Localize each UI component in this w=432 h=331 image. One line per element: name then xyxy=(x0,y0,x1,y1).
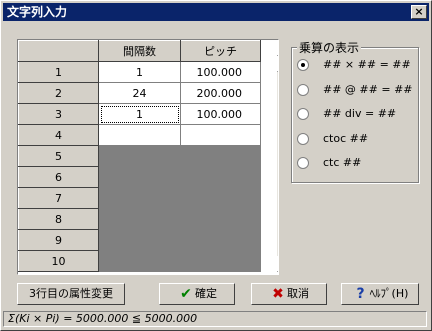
close-button[interactable]: × xyxy=(411,5,427,19)
pitch-cell[interactable]: 100.000 xyxy=(180,61,261,83)
interval-cell[interactable] xyxy=(98,124,181,146)
row-header[interactable]: 2 xyxy=(18,82,99,104)
column-header-pitch[interactable]: ピッチ xyxy=(180,40,261,62)
ok-label: 確定 xyxy=(195,287,217,300)
dialog-window: 文字列入力 × 間隔数 ピッチ 1 1 100.000 2 24 200.000… xyxy=(0,0,432,331)
row-header[interactable]: 1 xyxy=(18,61,99,83)
radio-label[interactable]: ctc ## xyxy=(323,155,361,171)
window-title: 文字列入力 xyxy=(7,5,68,19)
help-label: ﾍﾙﾌﾟ(H) xyxy=(369,287,409,300)
row-header[interactable]: 4 xyxy=(18,124,99,146)
interval-cell[interactable]: 24 xyxy=(98,82,181,104)
radio-button[interactable] xyxy=(297,108,309,120)
radio-selected-dot xyxy=(301,63,305,67)
grid-corner-header xyxy=(18,40,99,62)
row-header[interactable]: 6 xyxy=(18,166,99,188)
row-header[interactable]: 5 xyxy=(18,145,99,167)
pitch-cell[interactable]: 100.000 xyxy=(180,103,261,125)
groupbox-title: 乗算の表示 xyxy=(297,39,362,56)
column-header-interval[interactable]: 間隔数 xyxy=(98,40,181,62)
radio-label[interactable]: ## × ## = ## xyxy=(323,57,411,73)
row-header[interactable]: 9 xyxy=(18,229,99,251)
status-bar: Σ(Ki × Pi) = 5000.000 ≦ 5000.000 xyxy=(3,311,427,327)
row-header[interactable]: 10 xyxy=(18,250,99,272)
cancel-label: 取消 xyxy=(287,287,309,300)
radio-button[interactable] xyxy=(297,157,309,169)
disabled-cell xyxy=(98,187,181,209)
disabled-cell xyxy=(98,166,181,188)
scroll-thumb[interactable] xyxy=(277,56,278,72)
disabled-cell xyxy=(180,250,261,272)
title-bar: 文字列入力 × xyxy=(3,3,429,21)
x-icon: ✖ xyxy=(272,286,284,302)
scroll-up-button[interactable]: ▲ xyxy=(277,40,278,56)
disabled-cell xyxy=(98,250,181,272)
radio-label[interactable]: ## div = ## xyxy=(323,106,396,122)
ok-button[interactable]: ✔ 確定 xyxy=(159,283,235,305)
question-icon: ? xyxy=(356,286,365,302)
scroll-down-button[interactable]: ▼ xyxy=(277,256,278,272)
radio-button[interactable] xyxy=(297,84,309,96)
disabled-cell xyxy=(180,187,261,209)
row-header[interactable]: 7 xyxy=(18,187,99,209)
attr-change-button[interactable]: 3行目の属性変更 xyxy=(17,283,125,305)
pitch-cell[interactable]: 200.000 xyxy=(180,82,261,104)
cancel-button[interactable]: ✖ 取消 xyxy=(251,283,327,305)
disabled-cell xyxy=(98,208,181,230)
check-icon: ✔ xyxy=(180,286,192,302)
radio-label[interactable]: ## @ ## = ## xyxy=(323,82,413,98)
interval-cell-active[interactable]: 1 xyxy=(98,103,181,125)
disabled-cell xyxy=(180,229,261,251)
disabled-cell xyxy=(180,208,261,230)
grid-vertical-scrollbar[interactable]: ▲ ▼ xyxy=(277,40,278,272)
disabled-cell xyxy=(180,166,261,188)
row-header[interactable]: 3 xyxy=(18,103,99,125)
radio-button[interactable] xyxy=(297,133,309,145)
help-button[interactable]: ? ﾍﾙﾌﾟ(H) xyxy=(341,283,419,305)
pitch-cell[interactable] xyxy=(180,124,261,146)
row-header[interactable]: 8 xyxy=(18,208,99,230)
disabled-cell xyxy=(98,229,181,251)
disabled-cell xyxy=(98,145,181,167)
pitch-grid[interactable]: 間隔数 ピッチ 1 1 100.000 2 24 200.000 3 1 100… xyxy=(17,39,279,275)
radio-label[interactable]: ctoc ## xyxy=(323,131,368,147)
radio-button[interactable] xyxy=(297,59,309,71)
disabled-cell xyxy=(180,145,261,167)
interval-cell[interactable]: 1 xyxy=(98,61,181,83)
